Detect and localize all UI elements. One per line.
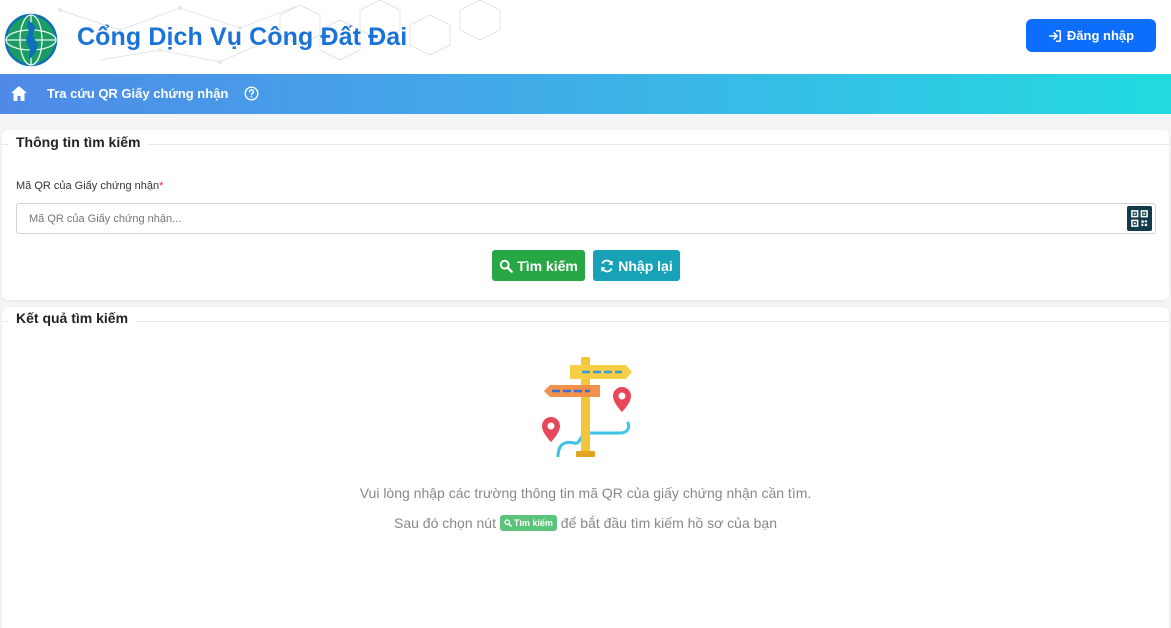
brand-title: Cổng Dịch Vụ Công Đất Đai — [77, 23, 408, 51]
sign-in-icon — [1048, 29, 1061, 42]
results-section-title: Kết quả tìm kiếm — [8, 310, 137, 326]
qr-code-icon — [1131, 210, 1148, 227]
empty-line-2-before: Sau đó chọn nút — [394, 515, 496, 531]
refresh-icon — [601, 259, 613, 272]
qr-field-label-text: Mã QR của Giấy chứng nhận — [16, 180, 160, 192]
search-section-title: Thông tin tìm kiếm — [8, 134, 149, 150]
required-mark: * — [159, 180, 164, 192]
search-hint-badge: Tìm kiếm — [499, 515, 557, 532]
top-header: Cổng Dịch Vụ Công Đất Đai Đăng nhập — [0, 0, 1171, 74]
section-divider — [2, 144, 1169, 145]
nav-link-qr-lookup[interactable]: Tra cứu QR Giấy chứng nhận — [47, 86, 228, 101]
login-label: Đăng nhập — [1066, 28, 1135, 43]
section-divider — [2, 321, 1169, 322]
qr-scan-button[interactable] — [1127, 206, 1152, 231]
qr-field-label: Mã QR của Giấy chứng nhận* — [16, 180, 163, 192]
empty-line-2-after: để bắt đầu tìm kiếm hồ sơ của bạn — [560, 515, 777, 531]
qr-code-input[interactable] — [16, 203, 1156, 234]
search-button-label: Tìm kiếm — [517, 257, 578, 274]
reset-button-label: Nhập lại — [618, 257, 673, 274]
search-button[interactable]: Tìm kiếm — [492, 250, 585, 281]
nav-bar: Tra cứu QR Giấy chứng nhận — [0, 74, 1171, 114]
search-icon — [504, 519, 512, 528]
search-panel: Thông tin tìm kiếm Mã QR của Giấy chứng … — [2, 130, 1169, 300]
vietnam-globe-logo — [4, 13, 58, 67]
search-icon — [499, 259, 513, 273]
search-hint-badge-label: Tìm kiếm — [513, 518, 553, 529]
results-panel: Kết quả tìm kiếm Vui lòng nhập các trườn… — [2, 307, 1169, 628]
empty-state-line-1: Vui lòng nhập các trường thông tin mã QR… — [359, 485, 812, 501]
question-circle-icon[interactable] — [244, 86, 259, 101]
reset-button[interactable]: Nhập lại — [593, 250, 680, 281]
login-button[interactable]: Đăng nhập — [1026, 19, 1156, 52]
home-icon[interactable] — [10, 85, 28, 102]
signpost-illustration — [542, 357, 632, 457]
empty-state-line-2: Sau đó chọn nút Tìm kiếm để bắt đầu tìm … — [2, 515, 1169, 532]
